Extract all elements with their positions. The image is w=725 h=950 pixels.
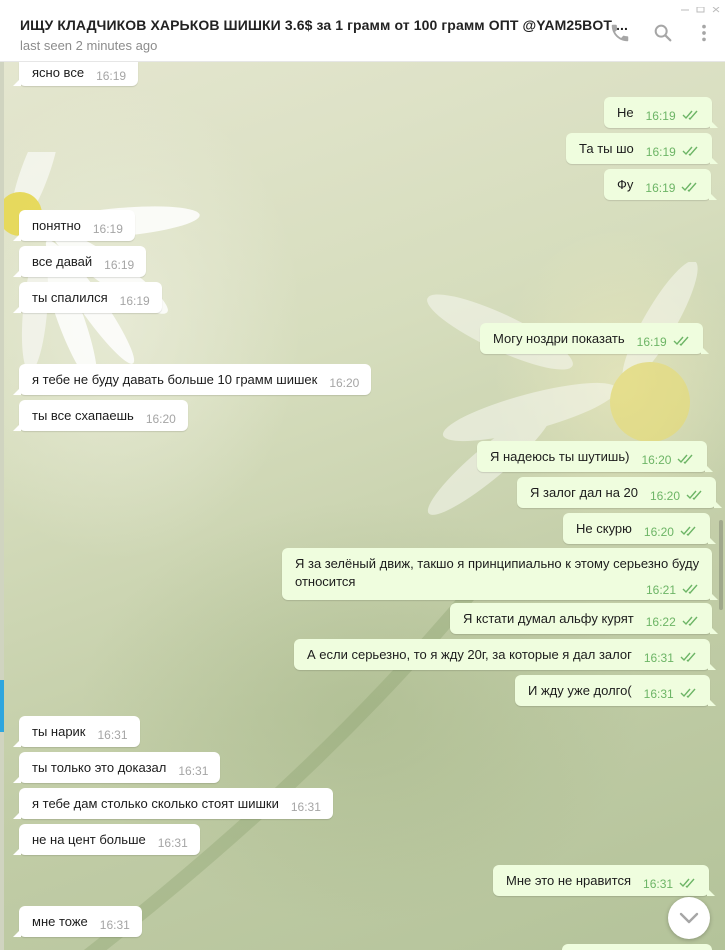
message-time: 16:19 [96,69,127,83]
message-time: 16:31 [99,918,130,932]
message-time: 16:20 [643,525,674,539]
message-text: я тебе не буду давать больше 10 грамм ши… [32,372,318,387]
message-text: я тебе дам столько сколько стоят шишки [32,796,279,811]
chat-list-edge [0,62,4,950]
message-outgoing[interactable]: И жду уже долго( 16:31 [515,675,716,706]
read-ticks-icon [681,182,699,192]
message-text: Мне это не нравится [506,873,632,888]
message-outgoing[interactable]: Я кстати думал альфу курят 16:22 [450,603,718,634]
message-outgoing[interactable]: Та ты шо 16:19 [566,133,718,164]
message-text: А если серьезно, то я жду 20г, за которы… [307,647,632,662]
read-ticks-icon [677,454,695,464]
message-text: ты только это доказал [32,760,167,775]
chat-header: ИЩУ КЛАДЧИКОВ ХАРЬКОВ ШИШКИ 3.6$ за 1 гр… [0,0,725,62]
last-seen-status: last seen 2 minutes ago [20,38,158,53]
read-ticks-icon [682,146,700,156]
read-ticks-icon [682,616,700,626]
message-incoming[interactable]: не на цент больше 16:31 [13,824,200,855]
read-ticks-icon [680,688,698,698]
message-incoming[interactable]: ты нарик 16:31 [13,716,140,747]
message-incoming[interactable]: ясно все 16:19 [12,62,139,86]
message-text: Фу [617,177,634,192]
scroll-to-bottom-button[interactable] [668,897,710,939]
message-time: 16:20 [145,412,176,426]
message-time: 16:21 [645,583,676,597]
message-text: Та ты шо [579,141,634,156]
read-ticks-icon [682,110,700,120]
message-text: Не скурю [576,521,632,536]
message-outgoing[interactable]: Я за зелёный движ, такшо я принципиально… [282,548,718,600]
message-incoming[interactable]: я тебе не буду давать больше 10 грамм ши… [12,364,372,395]
message-time: 16:19 [636,335,667,349]
message-text: Могу ноздри показать [493,331,625,346]
message-text: не на цент больше [32,832,146,847]
message-time: 16:31 [643,877,674,891]
scrollbar[interactable] [719,520,723,610]
read-ticks-icon [673,336,691,346]
message-meta: 16:21 [646,582,700,598]
message-time: 16:20 [329,376,360,390]
message-outgoing[interactable]: Я надеюсь ты шутишь) 16:20 [477,441,714,472]
message-time: 16:19 [119,294,150,308]
message-text: Я кстати думал альфу курят [463,611,634,626]
message-outgoing[interactable]: Не скурю 16:20 [563,513,716,544]
message-time: 16:31 [178,764,209,778]
message-time: 16:20 [650,489,681,503]
message-incoming[interactable]: мне тоже 16:31 [13,906,142,937]
message-text: мне тоже [32,914,88,929]
message-incoming[interactable]: ты все схапаешь 16:20 [13,400,188,431]
message-time: 16:19 [104,258,135,272]
message-time: 16:19 [645,109,676,123]
message-time: 16:31 [643,687,674,701]
message-outgoing[interactable]: Могу ноздри показать 16:19 [480,323,709,354]
message-time: 16:31 [97,728,128,742]
read-ticks-icon [680,526,698,536]
message-time: 16:19 [645,181,676,195]
message-text: ты нарик [32,724,86,739]
message-text: Я залог дал на 20 [530,485,638,500]
unread-marker [0,680,4,732]
message-outgoing[interactable]: Мне это не нравится 16:31 [493,865,716,896]
message-text: Не [617,105,634,120]
message-incoming[interactable]: все давай 16:19 [12,246,147,277]
message-time: 16:22 [645,615,676,629]
message-time: 16:31 [157,836,188,850]
message-text: ты спалился [32,290,108,305]
message-incoming[interactable]: ты спалился 16:19 [13,282,162,313]
read-ticks-icon [680,652,698,662]
message-time: 16:20 [641,453,672,467]
message-text: все давай [32,254,93,269]
read-ticks-icon [679,878,697,888]
phone-icon[interactable] [609,22,631,44]
message-incoming[interactable]: понятно 16:19 [13,210,135,241]
message-outgoing[interactable]: Я залог дал на 20 16:20 [517,477,723,508]
message-text: ясно все [32,65,85,80]
more-vertical-icon[interactable] [693,22,715,44]
chat-title[interactable]: ИЩУ КЛАДЧИКОВ ХАРЬКОВ ШИШКИ 3.6$ за 1 гр… [20,17,628,33]
message-outgoing[interactable]: А если серьезно, то я жду 20г, за которы… [294,639,716,670]
message-outgoing[interactable]: Не 16:19 [604,97,718,128]
message-time: 16:19 [645,145,676,159]
read-ticks-icon [686,490,704,500]
message-text: И жду уже долго( [528,683,632,698]
message-time: 16:19 [92,222,123,236]
message-outgoing[interactable]: Фу 16:19 [604,169,718,200]
window-controls-strip [665,0,725,13]
message-text: понятно [32,218,81,233]
search-icon[interactable] [652,22,674,44]
message-outgoing-partial [562,944,712,950]
message-incoming[interactable]: ты только это доказал 16:31 [12,752,221,783]
read-ticks-icon [682,584,700,594]
message-time: 16:31 [290,800,321,814]
message-time: 16:31 [643,651,674,665]
message-text: ты все схапаешь [32,408,134,423]
message-text: Я надеюсь ты шутишь) [490,449,630,464]
message-text: Я за зелёный движ, такшо я принципиально… [295,556,700,589]
message-incoming[interactable]: я тебе дам столько сколько стоят шишки 16… [13,788,333,819]
chevron-down-icon [679,912,699,924]
